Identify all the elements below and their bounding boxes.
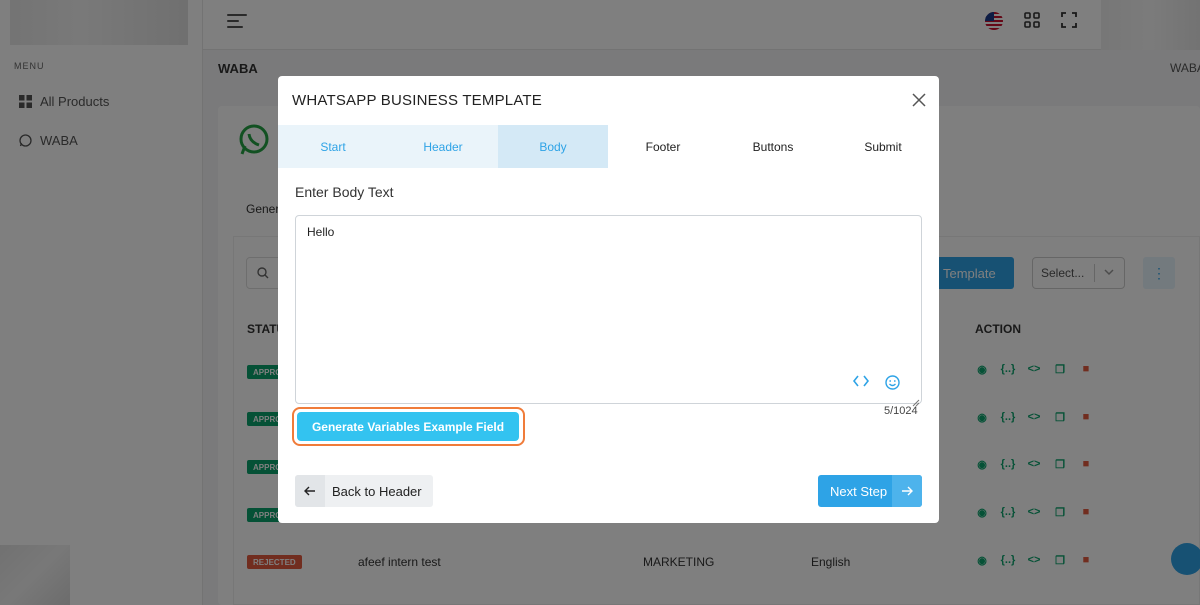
insert-variable-icon[interactable] xyxy=(852,374,870,392)
highlight-outline: Generate Variables Example Field xyxy=(292,407,525,446)
arrow-left-icon xyxy=(295,475,325,507)
step-start[interactable]: Start xyxy=(278,125,388,168)
body-text-label: Enter Body Text xyxy=(295,184,394,200)
modal-title: WHATSAPP BUSINESS TEMPLATE xyxy=(292,92,542,109)
generate-variables-button[interactable]: Generate Variables Example Field xyxy=(297,412,519,441)
step-submit[interactable]: Submit xyxy=(828,125,938,168)
next-button-label: Next Step xyxy=(830,483,888,499)
arrow-right-icon xyxy=(892,475,922,507)
close-icon[interactable] xyxy=(912,93,926,107)
step-buttons[interactable]: Buttons xyxy=(718,125,828,168)
next-step-button[interactable]: Next Step xyxy=(818,475,922,507)
step-body[interactable]: Body xyxy=(498,125,616,168)
step-header[interactable]: Header xyxy=(388,125,498,168)
char-counter: 5/1024 xyxy=(884,405,918,417)
body-text-input[interactable]: Hello xyxy=(295,215,922,404)
wizard-steps: Start Header Body Footer Buttons Submit xyxy=(278,125,939,168)
template-modal: WHATSAPP BUSINESS TEMPLATE Start Header … xyxy=(278,76,939,523)
back-button[interactable]: Back to Header xyxy=(295,475,433,507)
emoji-icon[interactable] xyxy=(885,375,900,395)
back-button-label: Back to Header xyxy=(332,483,422,499)
step-footer[interactable]: Footer xyxy=(608,125,718,168)
